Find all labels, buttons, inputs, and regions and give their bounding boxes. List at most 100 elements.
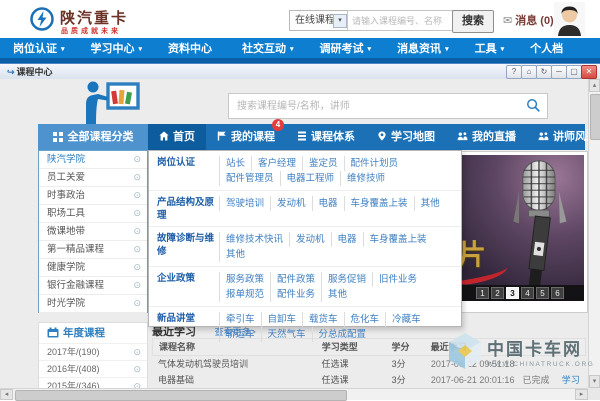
carousel-page-1[interactable]: 1	[476, 287, 489, 299]
carousel-page-4[interactable]: 4	[521, 287, 534, 299]
mega-link[interactable]: 服务促销	[321, 272, 372, 287]
year-item-2017[interactable]: 2017年/(190)⊙	[39, 343, 147, 360]
nav-item-resource-center[interactable]: 资料中心	[155, 40, 229, 56]
scroll-right-icon[interactable]: ▸	[575, 389, 588, 400]
mega-row-label[interactable]: 故障诊断与维修	[149, 232, 219, 262]
vertical-scroll-thumb[interactable]	[590, 94, 600, 140]
tab-my-courses[interactable]: 我的课程 4	[206, 124, 286, 150]
nav-item-learning-center[interactable]: 学习中心▾	[78, 40, 156, 56]
mega-link[interactable]: 配件业务	[270, 287, 321, 302]
nav-item-news[interactable]: 消息资讯▾	[384, 40, 462, 56]
mega-link[interactable]: 维修技师	[340, 171, 391, 186]
mega-link[interactable]: 发动机	[289, 232, 331, 247]
select-caret-icon[interactable]: ▾	[333, 14, 347, 28]
horizontal-scrollbar[interactable]: ◂ ▸	[0, 388, 588, 400]
window-refresh-button[interactable]: ↻	[536, 65, 552, 79]
carousel-page-3[interactable]: 3	[506, 287, 519, 299]
mega-link[interactable]: 客户经理	[251, 156, 302, 171]
window-maximize-button[interactable]: ▢	[566, 65, 582, 79]
carousel-page-6[interactable]: 6	[551, 287, 564, 299]
carousel-page-5[interactable]: 5	[536, 287, 549, 299]
mega-link[interactable]: 电器工程师	[280, 171, 341, 186]
window-home-button[interactable]: ⌂	[521, 65, 537, 79]
mega-link[interactable]: 车身覆盖上装	[344, 196, 414, 211]
mega-link[interactable]: 车身覆盖上装	[363, 232, 433, 247]
expand-icon[interactable]: ⊙	[133, 205, 141, 222]
mega-link[interactable]: 载货车	[302, 312, 344, 327]
expand-icon[interactable]: ⊙	[133, 241, 141, 258]
messages-link[interactable]: ✉消息 (0)	[503, 12, 554, 28]
expand-icon[interactable]: ⊙	[133, 259, 141, 276]
mega-link[interactable]: 报单规范	[219, 287, 270, 302]
expand-icon[interactable]: ⊙	[133, 295, 141, 312]
window-help-button[interactable]: ?	[506, 65, 522, 79]
mega-row-label[interactable]: 产品结构及原理	[149, 196, 219, 222]
expand-icon[interactable]: ⊙	[133, 151, 141, 168]
mega-link[interactable]: 配件管理员	[219, 171, 280, 186]
sidebar-item-premium-courses[interactable]: 第一精品课程⊙	[39, 241, 147, 259]
hero-search-input[interactable]	[235, 97, 519, 116]
sidebar-item-workplace-tools[interactable]: 职场工具⊙	[39, 205, 147, 223]
mega-link[interactable]: 冷藏车	[385, 312, 427, 327]
expand-icon[interactable]: ⊙	[133, 277, 141, 294]
mega-link[interactable]: 电器	[312, 196, 344, 211]
tab-home[interactable]: 首页	[148, 124, 206, 150]
mega-link[interactable]: 驾驶培训	[219, 196, 270, 211]
mega-link[interactable]: 分总成配置	[312, 327, 373, 342]
mega-link[interactable]: 危化车	[344, 312, 386, 327]
mega-link[interactable]: 其他	[414, 196, 446, 211]
mega-link[interactable]: 维修技术快讯	[219, 232, 289, 247]
nav-item-personal-file[interactable]: 个人档	[517, 40, 580, 56]
user-avatar[interactable]	[554, 2, 585, 36]
sidebar-item-health-academy[interactable]: 健康学院⊙	[39, 259, 147, 277]
window-close-button[interactable]: ✕	[581, 65, 597, 79]
search-button[interactable]: 搜索	[452, 10, 494, 33]
search-category-select[interactable]: 在线课程 ▾	[289, 10, 350, 31]
tab-my-live[interactable]: 我的直播	[446, 124, 527, 150]
expand-icon[interactable]: ⊙	[133, 223, 141, 240]
nav-item-survey-exam[interactable]: 调研考试▾	[307, 40, 385, 56]
mega-link[interactable]: 站长	[219, 156, 251, 171]
mega-row-label[interactable]: 新品讲堂	[149, 312, 219, 342]
sidebar-item-banking-courses[interactable]: 银行金融课程⊙	[39, 277, 147, 295]
mega-link[interactable]: 其他	[219, 247, 251, 262]
expand-icon[interactable]: ⊙	[133, 187, 141, 204]
sidebar-item-micro-course[interactable]: 微课地带⊙	[39, 223, 147, 241]
mega-link[interactable]: 发动机	[270, 196, 312, 211]
mega-link[interactable]: 天然气车	[261, 327, 312, 342]
mega-link[interactable]: 旧件业务	[372, 272, 423, 287]
year-item-2016[interactable]: 2016年/(408)⊙	[39, 360, 147, 377]
sidebar-item-employee-care[interactable]: 员工关爱⊙	[39, 169, 147, 187]
all-course-categories-button[interactable]: 全部课程分类	[38, 124, 148, 150]
mega-link[interactable]: 配件政策	[270, 272, 321, 287]
scroll-up-icon[interactable]: ▴	[589, 79, 600, 92]
horizontal-scroll-thumb[interactable]	[15, 390, 347, 401]
expand-icon[interactable]: ⊙	[133, 344, 141, 360]
sidebar-item-current-politics[interactable]: 时事政治⊙	[39, 187, 147, 205]
nav-item-social[interactable]: 社交互动▾	[229, 40, 307, 56]
mega-link[interactable]: 服务政策	[219, 272, 270, 287]
scroll-left-icon[interactable]: ◂	[0, 389, 13, 400]
nav-item-tools[interactable]: 工具▾	[462, 40, 518, 56]
window-minimize-button[interactable]: ─	[551, 65, 567, 79]
mega-row-label[interactable]: 岗位认证	[149, 156, 219, 186]
mega-link[interactable]: 其他	[321, 287, 353, 302]
mega-link[interactable]: 鉴定员	[302, 156, 344, 171]
tab-course-system[interactable]: 课程体系	[286, 124, 366, 150]
mega-link[interactable]: 配件计划员	[344, 156, 405, 171]
search-icon[interactable]	[526, 98, 541, 113]
course-name[interactable]: 电器基础	[152, 372, 322, 388]
sidebar-item-shanqi-academy[interactable]: 陕汽学院⊙	[39, 151, 147, 169]
expand-icon[interactable]: ⊙	[133, 361, 141, 377]
mega-link[interactable]: 自卸车	[261, 312, 303, 327]
tab-learning-map[interactable]: 学习地图	[366, 124, 446, 150]
mega-link[interactable]: 电器	[331, 232, 363, 247]
nav-item-certification[interactable]: 岗位认证▾	[0, 40, 78, 56]
expand-icon[interactable]: ⊙	[133, 169, 141, 186]
mega-link[interactable]: 轿运车	[219, 327, 261, 342]
mega-link[interactable]: 牵引车	[219, 312, 261, 327]
course-search-input[interactable]	[347, 10, 455, 31]
carousel-page-2[interactable]: 2	[491, 287, 504, 299]
course-name[interactable]: 气体发动机驾驶员培训	[152, 356, 322, 372]
mega-row-label[interactable]: 企业政策	[149, 272, 219, 302]
